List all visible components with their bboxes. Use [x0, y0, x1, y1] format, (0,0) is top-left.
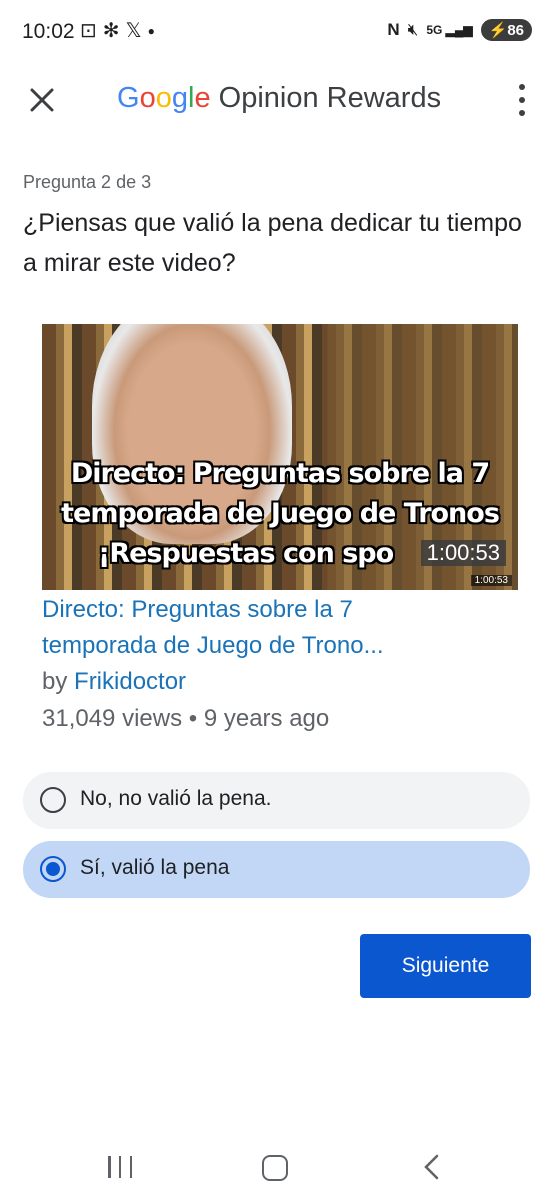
fan-icon: ✻	[102, 20, 120, 42]
answer-option-no[interactable]: No, no valió la pena.	[23, 772, 530, 829]
byline-prefix: by	[42, 668, 68, 695]
video-title-line: temporada de Juego de Trono...	[42, 632, 384, 659]
thumbnail-caption-line: Directo: Preguntas sobre la 7	[70, 458, 490, 489]
clock: 10:02	[22, 20, 75, 43]
question-text: ¿Piensas que valió la pena dedicar tu ti…	[23, 209, 522, 277]
battery-level: 86	[507, 22, 524, 39]
5g-signal-icon: 5G ▂▄▆	[426, 23, 473, 37]
google-logo-letter: g	[171, 82, 188, 114]
google-logo-letter: G	[117, 82, 140, 114]
status-bar: 10:02 ⊡ ✻ 𝕏 ● N 🔇︎ 5G ▂▄▆ ⚡86	[0, 0, 554, 64]
battery-indicator: ⚡86	[480, 19, 532, 41]
next-button[interactable]: Siguiente	[360, 934, 531, 998]
screenshot-icon: ⊡	[80, 20, 97, 42]
video-duration: 1:00:53	[420, 540, 506, 566]
channel-link[interactable]: Frikidoctor	[74, 668, 186, 695]
app-bar: Google Opinion Rewards	[0, 64, 554, 136]
answer-label: No, no valió la pena.	[80, 787, 272, 810]
back-icon[interactable]	[420, 1154, 444, 1180]
nfc-icon: N	[387, 20, 400, 39]
thumbnail-caption-line: temporada de Juego de Tronos	[61, 498, 500, 529]
video-thumbnail[interactable]: Directo: Preguntas sobre la 7 temporada …	[42, 324, 518, 590]
video-duration-small: 1:00:53	[470, 575, 512, 586]
radio-button[interactable]	[40, 787, 66, 813]
app-title-text: Opinion Rewards	[218, 82, 442, 114]
video-stats: 31,049 views • 9 years ago	[42, 705, 330, 732]
mute-icon: 🔇︎	[407, 20, 419, 39]
google-logo-letter: o	[155, 82, 172, 114]
home-icon[interactable]	[262, 1155, 288, 1181]
more-options-icon[interactable]	[508, 84, 536, 116]
recents-icon[interactable]	[108, 1156, 132, 1178]
google-logo: Google	[117, 82, 211, 114]
system-nav-bar	[0, 1140, 554, 1200]
answer-label: Sí, valió la pena	[80, 856, 230, 879]
answer-option-yes[interactable]: Sí, valió la pena	[23, 841, 530, 898]
video-title-link[interactable]: Directo: Preguntas sobre la 7 temporada …	[42, 592, 512, 664]
close-icon[interactable]	[24, 82, 60, 118]
question-progress: Pregunta 2 de 3	[23, 172, 152, 192]
google-logo-letter: o	[139, 82, 156, 114]
app-title: Google Opinion Rewards	[117, 82, 441, 115]
x-logo-icon: 𝕏	[125, 20, 142, 42]
dot-icon: ●	[147, 23, 155, 38]
google-logo-letter: e	[194, 82, 211, 114]
video-title-line: Directo: Preguntas sobre la 7	[42, 596, 353, 623]
radio-button[interactable]	[40, 856, 66, 882]
video-byline: by Frikidoctor	[42, 668, 186, 696]
